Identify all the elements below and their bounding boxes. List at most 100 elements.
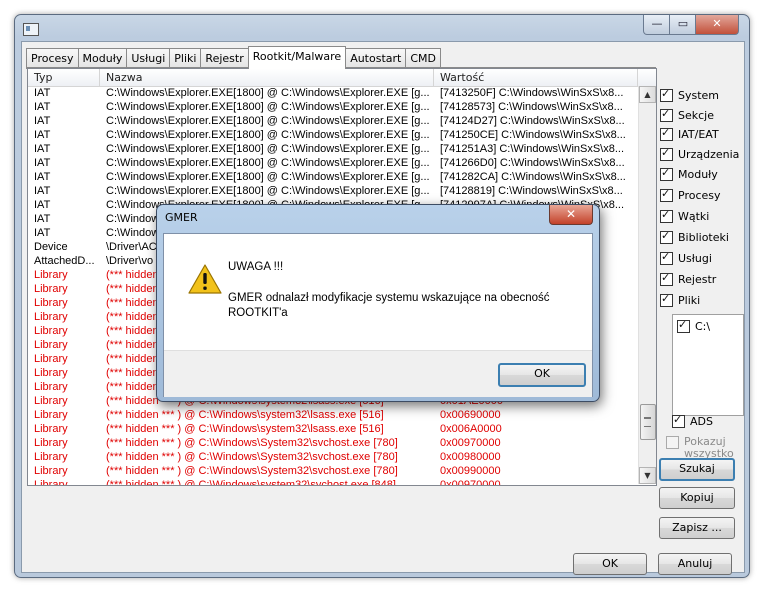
table-row[interactable]: IAT C:\Windows\Explorer.EXE[1800] @ C:\Wi… <box>28 142 638 156</box>
tab-autostart[interactable]: Autostart <box>345 48 407 69</box>
tab-rootkit-malware[interactable]: Rootkit/Malware <box>247 46 347 69</box>
checkbox-icon <box>660 87 673 102</box>
cell-wartosc: [741251A3] C:\Windows\WinSxS\x8... <box>440 143 625 155</box>
cell-typ: IAT <box>34 87 51 99</box>
table-row[interactable]: IAT C:\Windows\Explorer.EXE[1800] @ C:\Wi… <box>28 170 638 184</box>
option-checkbox-urz-dzenia[interactable]: Urządzenia <box>660 146 740 161</box>
warning-icon <box>188 264 222 294</box>
tab-rejestr[interactable]: Rejestr <box>200 48 249 69</box>
cell-wartosc: 0x00990000 <box>440 465 501 477</box>
cell-typ: IAT <box>34 185 51 197</box>
option-checkbox-modu-y[interactable]: Moduły <box>660 166 740 181</box>
tab-cmd[interactable]: CMD <box>405 48 442 69</box>
minimize-button[interactable]: — <box>643 15 671 35</box>
option-checkbox-pliki[interactable]: Pliki <box>660 292 740 307</box>
column-header-wartosc[interactable]: Wartość <box>434 69 638 86</box>
list-header: Typ Nazwa Wartość <box>28 69 656 87</box>
dialog-heading: UWAGA !!! <box>228 261 284 273</box>
vertical-scrollbar[interactable]: ▲ ▼ <box>638 86 656 484</box>
cell-typ: Library <box>34 465 68 477</box>
tab-us-ugi[interactable]: Usługi <box>126 48 171 69</box>
table-row[interactable]: IAT C:\Windows\Explorer.EXE[1800] @ C:\Wi… <box>28 86 638 100</box>
cell-nazwa: (*** hidden *** ) @ C:\Windows\system32\… <box>106 423 384 435</box>
cell-typ: Library <box>34 269 68 281</box>
checkbox-icon <box>660 229 673 244</box>
table-row[interactable]: IAT C:\Windows\Explorer.EXE[1800] @ C:\Wi… <box>28 156 638 170</box>
checkbox-icon <box>660 126 673 141</box>
ok-button[interactable]: OK <box>573 553 647 575</box>
cell-typ: Library <box>34 339 68 351</box>
table-row[interactable]: IAT C:\Windows\Explorer.EXE[1800] @ C:\Wi… <box>28 128 638 142</box>
scroll-down-arrow-icon[interactable]: ▼ <box>639 467 656 484</box>
column-header-typ[interactable]: Typ <box>28 69 100 86</box>
app-icon <box>23 23 39 36</box>
cell-nazwa: (*** hidden *** ) @ C:\Windows\system32\… <box>106 409 384 421</box>
tab-pliki[interactable]: Pliki <box>169 48 202 69</box>
dialog-title: GMER <box>165 211 198 224</box>
option-checkbox-biblioteki[interactable]: Biblioteki <box>660 229 740 244</box>
cell-typ: IAT <box>34 115 51 127</box>
cell-wartosc: 0x00980000 <box>440 451 501 463</box>
cell-nazwa: (*** hidden *** ) @ C:\Windows\System32\… <box>106 451 398 463</box>
copy-button[interactable]: Kopiuj <box>659 487 735 509</box>
cell-wartosc: [74128573] C:\Windows\WinSxS\x8... <box>440 101 623 113</box>
option-checkbox-procesy[interactable]: Procesy <box>660 187 740 202</box>
cell-wartosc: [741250CE] C:\Windows\WinSxS\x8... <box>440 129 626 141</box>
table-row[interactable]: Library (*** hidden *** ) @ C:\Windows\Sy… <box>28 436 638 450</box>
cell-nazwa: (*** hidden *** ) @ C:\Windows\System32\… <box>106 465 398 477</box>
ads-checkbox[interactable]: ADS <box>672 413 738 428</box>
scroll-thumb[interactable] <box>640 404 656 440</box>
cell-nazwa: C:\Windows\Explorer.EXE[1800] @ C:\Windo… <box>106 157 430 169</box>
tab-modu-y[interactable]: Moduły <box>77 48 128 69</box>
table-row[interactable]: Library (*** hidden *** ) @ C:\Windows\sy… <box>28 478 638 486</box>
table-row[interactable]: IAT C:\Windows\Explorer.EXE[1800] @ C:\Wi… <box>28 184 638 198</box>
table-row[interactable]: IAT C:\Windows\Explorer.EXE[1800] @ C:\Wi… <box>28 100 638 114</box>
option-checkbox-w-tki[interactable]: Wątki <box>660 208 740 223</box>
tab-bar: Procesy Moduły Usługi Pliki Rejestr Rootkit/M… <box>26 46 442 69</box>
cell-typ: Library <box>34 353 68 365</box>
dialog-body: UWAGA !!! GMER odnalazł modyfikacje syst… <box>163 233 593 397</box>
checkbox-icon <box>660 107 673 122</box>
tab-procesy[interactable]: Procesy <box>26 48 79 69</box>
dialog-close-button[interactable]: ✕ <box>549 205 593 225</box>
cell-typ: Library <box>34 367 68 379</box>
option-checkbox-rejestr[interactable]: Rejestr <box>660 271 740 286</box>
cell-typ: Library <box>34 283 68 295</box>
cell-nazwa: C:\Windows\Explorer.EXE[1800] @ C:\Windo… <box>106 115 430 127</box>
checkbox-icon <box>660 166 673 181</box>
option-checkbox-system[interactable]: System <box>660 87 740 102</box>
cell-nazwa: C:\Windows\Explorer.EXE[1800] @ C:\Windo… <box>106 171 430 183</box>
cell-wartosc: [74124D27] C:\Windows\WinSxS\x8... <box>440 115 625 127</box>
maximize-button[interactable]: ▭ <box>669 15 697 35</box>
column-header-nazwa[interactable]: Nazwa <box>100 69 434 86</box>
table-row[interactable]: Library (*** hidden *** ) @ C:\Windows\sy… <box>28 422 638 436</box>
close-button[interactable]: ✕ <box>695 15 739 35</box>
dialog-ok-button[interactable]: OK <box>498 363 586 387</box>
cell-typ: Library <box>34 437 68 449</box>
cell-typ: Library <box>34 395 68 407</box>
option-checkbox-us-ugi[interactable]: Usługi <box>660 250 740 265</box>
cell-wartosc: [7413250F] C:\Windows\WinSxS\x8... <box>440 87 624 99</box>
drive-list[interactable]: C:\ <box>672 314 744 416</box>
cell-typ: IAT <box>34 213 51 225</box>
cell-nazwa: C:\Windows\Explorer.EXE[1800] @ C:\Windo… <box>106 143 430 155</box>
dialog-footer: OK <box>164 350 592 397</box>
cell-nazwa: (*** hidden *** ) @ C:\Windows\System32\… <box>106 437 398 449</box>
cancel-button[interactable]: Anuluj <box>658 553 732 575</box>
table-row[interactable]: Library (*** hidden *** ) @ C:\Windows\Sy… <box>28 450 638 464</box>
save-button[interactable]: Zapisz ... <box>659 517 735 539</box>
table-row[interactable]: Library (*** hidden *** ) @ C:\Windows\Sy… <box>28 464 638 478</box>
option-checkbox-iat-eat[interactable]: IAT/EAT <box>660 126 740 141</box>
table-row[interactable]: Library (*** hidden *** ) @ C:\Windows\sy… <box>28 408 638 422</box>
cell-wartosc: 0x006A0000 <box>440 423 502 435</box>
warning-dialog: GMER ✕ UWAGA !!! GMER odnalazł modyfikac… <box>156 204 600 402</box>
cell-wartosc: 0x00970000 <box>440 479 501 486</box>
scan-button[interactable]: Szukaj <box>659 458 735 481</box>
checkbox-icon <box>672 413 685 428</box>
table-row[interactable]: IAT C:\Windows\Explorer.EXE[1800] @ C:\Wi… <box>28 114 638 128</box>
scroll-up-arrow-icon[interactable]: ▲ <box>639 86 656 103</box>
cell-typ: Library <box>34 423 68 435</box>
cell-typ: Library <box>34 297 68 309</box>
option-checkbox-sekcje[interactable]: Sekcje <box>660 107 740 122</box>
cell-typ: IAT <box>34 101 51 113</box>
